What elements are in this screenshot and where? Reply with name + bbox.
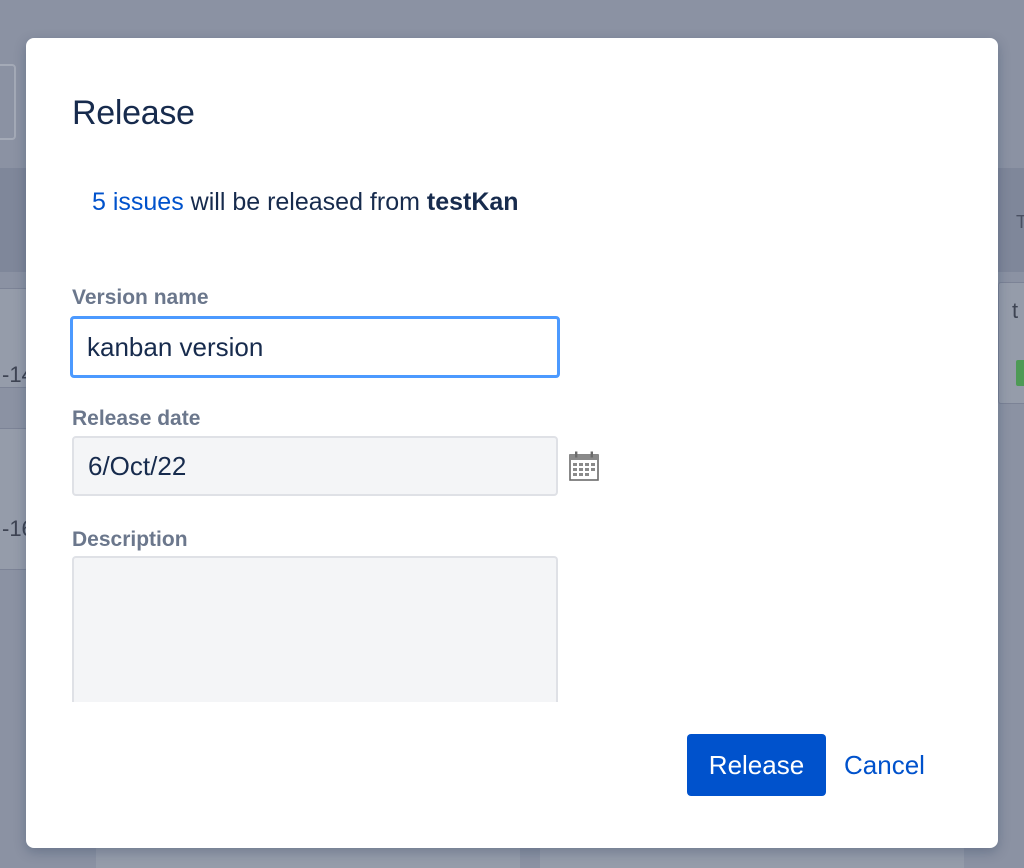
background-column [540,846,964,868]
background-column-header: T [1016,212,1024,232]
description-textarea[interactable] [72,556,558,702]
cancel-button[interactable]: Cancel [838,734,931,796]
release-summary: 5 issues will be released from testKan [92,188,519,217]
description-label: Description [72,528,188,551]
background-card-text: t [1012,298,1019,323]
calendar-icon[interactable] [568,450,600,482]
background-column [96,846,520,868]
release-date-label: Release date [72,407,201,430]
background-card [0,428,28,570]
summary-text: will be released from [183,188,427,216]
release-dialog: Release 5 issues will be released from t… [26,38,998,848]
version-name-label: Version name [72,286,209,309]
release-button[interactable]: Release [687,734,826,796]
issues-link[interactable]: 5 issues [92,188,184,216]
release-date-input[interactable] [72,436,558,496]
version-name-input[interactable] [70,316,560,378]
project-name: testKan [426,188,519,216]
background-status-lozenge [1016,360,1024,386]
background-input-box [0,64,16,140]
dialog-title: Release [72,94,195,132]
